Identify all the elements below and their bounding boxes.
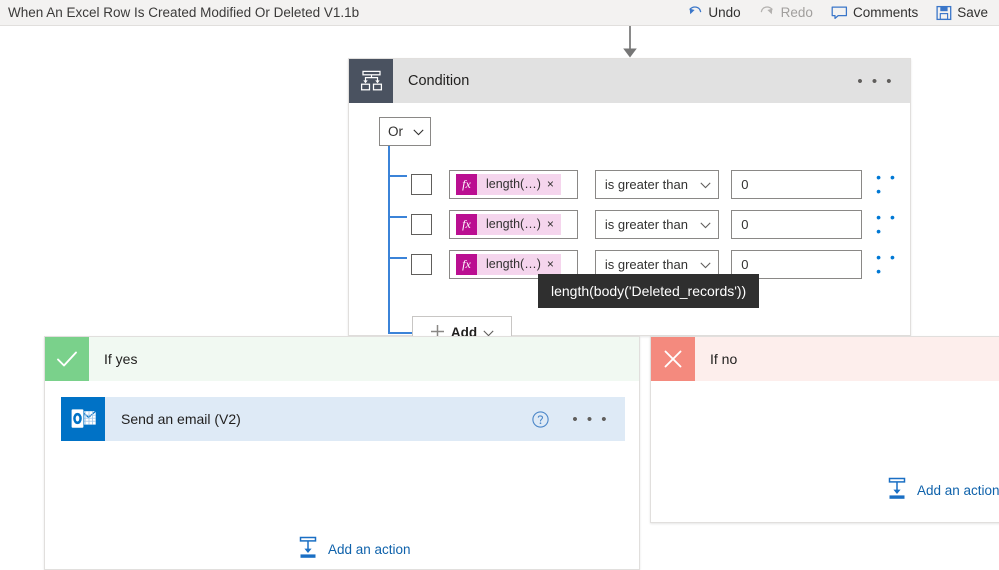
condition-row: fx length(…) × is greater than 0 • • • [411, 209, 910, 239]
redo-label: Redo [780, 5, 813, 20]
redo-icon [759, 4, 776, 21]
if-yes-branch-panel: If yes Send an email (V2) • • • Add an a… [44, 336, 640, 570]
expression-token-label: length(…) [486, 217, 541, 231]
send-email-action-card[interactable]: Send an email (V2) • • • [61, 397, 625, 441]
condition-left-operand-field[interactable]: fx length(…) × [449, 209, 578, 239]
cross-icon [651, 337, 695, 381]
fx-icon: fx [456, 173, 477, 195]
checkmark-icon [45, 337, 89, 381]
if-yes-add-action-button[interactable]: Add an action [297, 536, 411, 562]
send-email-action-title: Send an email (V2) [121, 411, 241, 427]
condition-overflow-menu-button[interactable]: • • • [841, 74, 910, 89]
condition-row-checkbox[interactable] [411, 213, 432, 235]
comments-label: Comments [852, 5, 919, 20]
save-icon [936, 5, 952, 21]
remove-token-icon[interactable]: × [547, 177, 561, 191]
command-bar-actions: Undo Redo Comments Save [677, 0, 999, 25]
save-label: Save [957, 5, 988, 20]
undo-label: Undo [708, 5, 741, 20]
condition-card-title: Condition [408, 73, 470, 89]
help-circle-icon[interactable] [525, 410, 556, 429]
expression-tooltip: length(body('Deleted_records')) [538, 274, 760, 308]
condition-tree-stub [388, 175, 407, 177]
fx-icon: fx [456, 253, 477, 275]
if-no-add-action-label: Add an action [917, 482, 999, 498]
flow-canvas: Condition • • • Or fx length(…) × is gre… [0, 26, 999, 570]
command-bar: When An Excel Row Is Created Modified Or… [0, 0, 999, 26]
condition-card-header[interactable]: Condition • • • [349, 59, 910, 103]
fx-icon: fx [456, 213, 477, 235]
save-button[interactable]: Save [927, 0, 997, 25]
outlook-icon [61, 397, 105, 441]
condition-operator-value: is greater than [604, 216, 688, 232]
if-no-branch-label: If no [710, 351, 738, 367]
expression-token[interactable]: fx length(…) × [456, 253, 561, 275]
condition-operator-value: is greater than [604, 176, 688, 192]
if-no-branch-header: If no [651, 337, 999, 381]
logic-operator-dropdown[interactable]: Or [379, 117, 431, 146]
condition-operator-dropdown[interactable]: is greater than [594, 169, 720, 199]
condition-row-overflow-menu-button[interactable]: • • • [876, 170, 910, 198]
chevron-down-icon [700, 217, 711, 232]
condition-value-input[interactable]: 0 [731, 169, 863, 199]
add-action-icon [886, 477, 908, 503]
condition-row: fx length(…) × is greater than 0 • • • [411, 169, 910, 199]
if-yes-add-action-label: Add an action [328, 541, 411, 557]
add-action-icon [297, 536, 319, 562]
expression-token-label: length(…) [486, 177, 541, 191]
chevron-down-icon [700, 177, 711, 192]
expression-token[interactable]: fx length(…) × [456, 173, 561, 195]
comment-icon [831, 5, 848, 21]
remove-token-icon[interactable]: × [547, 257, 561, 271]
condition-row-overflow-menu-button[interactable]: • • • [876, 250, 910, 278]
condition-tree-stub [388, 257, 407, 259]
if-no-branch-panel: If no Add an action [650, 336, 999, 523]
condition-row-overflow-menu-button[interactable]: • • • [876, 210, 910, 238]
condition-operator-dropdown[interactable]: is greater than [594, 209, 720, 239]
condition-branch-icon [349, 59, 393, 103]
send-email-overflow-menu-button[interactable]: • • • [556, 412, 625, 427]
remove-token-icon[interactable]: × [547, 217, 561, 231]
comments-button[interactable]: Comments [822, 0, 927, 25]
expression-token-label: length(…) [486, 257, 541, 271]
condition-row-checkbox[interactable] [411, 173, 432, 195]
chevron-down-icon [700, 257, 711, 272]
send-email-action-buttons: • • • [525, 410, 625, 429]
expression-token[interactable]: fx length(…) × [456, 213, 561, 235]
condition-tree-stub [388, 216, 407, 218]
undo-icon [686, 4, 703, 21]
if-no-add-action-button[interactable]: Add an action [886, 477, 999, 503]
if-yes-branch-label: If yes [104, 351, 138, 367]
page-title: When An Excel Row Is Created Modified Or… [8, 5, 360, 20]
redo-button[interactable]: Redo [750, 0, 822, 25]
if-yes-branch-header: If yes [45, 337, 639, 381]
condition-row-checkbox[interactable] [411, 253, 432, 275]
undo-button[interactable]: Undo [677, 0, 749, 25]
condition-left-operand-field[interactable]: fx length(…) × [449, 169, 578, 199]
condition-value-input[interactable]: 0 [731, 209, 863, 239]
chevron-down-icon [413, 124, 424, 139]
logic-operator-value: Or [388, 124, 403, 139]
condition-operator-value: is greater than [604, 256, 688, 272]
